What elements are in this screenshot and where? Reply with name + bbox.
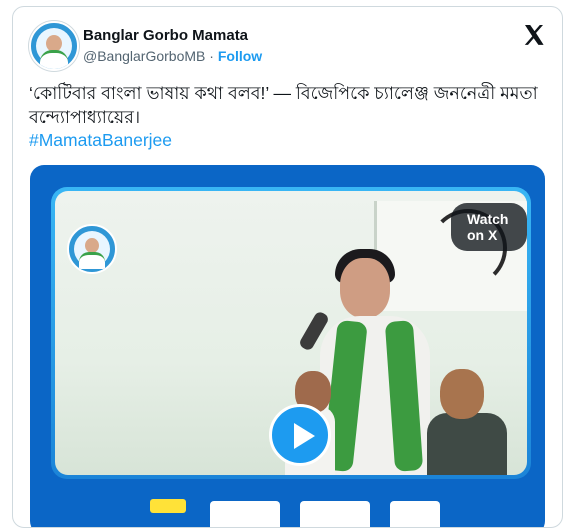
video-media[interactable]: Watch on X bbox=[30, 165, 545, 527]
author-display-name[interactable]: Banglar Gorbo Mamata bbox=[83, 27, 248, 44]
play-button[interactable] bbox=[269, 404, 331, 466]
x-logo-icon[interactable] bbox=[522, 23, 546, 47]
seated-person-head bbox=[440, 369, 484, 419]
separator-dot: · bbox=[209, 48, 214, 64]
speaker-head bbox=[340, 258, 390, 318]
watch-on-x-button[interactable]: Watch on X bbox=[451, 203, 527, 251]
author-avatar[interactable] bbox=[29, 21, 79, 71]
play-icon bbox=[294, 423, 315, 449]
follow-button[interactable]: Follow bbox=[218, 48, 262, 64]
hashtag-link[interactable]: #MamataBanerjee bbox=[29, 130, 172, 151]
author-handle-row: @BanglarGorboMB · Follow bbox=[83, 48, 262, 64]
video-frame: Watch on X bbox=[51, 187, 531, 479]
seated-person-body bbox=[427, 413, 507, 475]
channel-logo bbox=[67, 224, 117, 274]
author-handle[interactable]: @BanglarGorboMB bbox=[83, 48, 205, 64]
video-thumbnail[interactable]: Watch on X bbox=[55, 191, 527, 475]
tweet-text: ‘কোটিবার বাংলা ভাষায় কথা বলব!’ — বিজেপি… bbox=[29, 83, 538, 127]
tweet-card[interactable]: Banglar Gorbo Mamata @BanglarGorboMB · F… bbox=[12, 6, 563, 528]
